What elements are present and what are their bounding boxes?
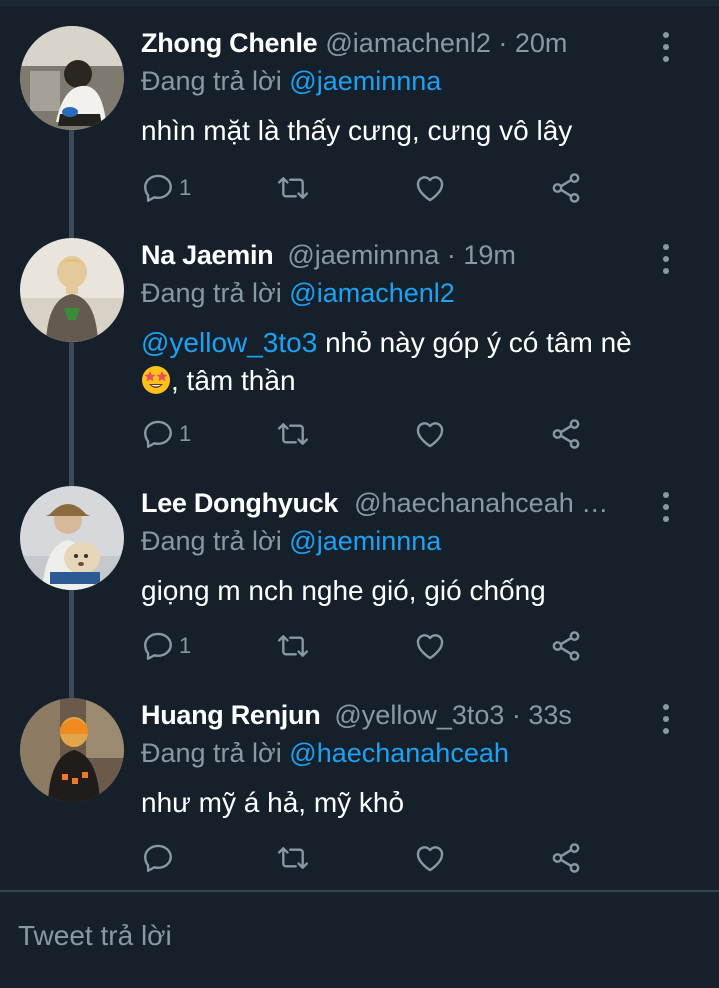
replying-prefix: Đang trả lời [141, 66, 282, 96]
share-button[interactable] [549, 840, 583, 876]
share-icon [552, 843, 580, 873]
replying-to: Đang trả lời @iamachenl2 [141, 278, 455, 309]
more-icon[interactable] [657, 32, 675, 62]
avatar[interactable] [20, 486, 124, 590]
replying-to-link[interactable]: @jaeminnna [289, 66, 441, 96]
tweet-actions: 1 [141, 628, 601, 664]
avatar[interactable] [20, 238, 124, 342]
like-icon [416, 422, 444, 448]
like-button[interactable] [413, 416, 447, 452]
display-name[interactable]: Lee Donghyuck [141, 488, 338, 518]
replying-to-link[interactable]: @haechanahceah [289, 738, 509, 768]
replying-to: Đang trả lời @haechanahceah [141, 738, 509, 769]
reply-button[interactable]: 1 [141, 628, 191, 664]
display-name[interactable]: Zhong Chenle [141, 28, 318, 58]
tweet-actions: 1 [141, 170, 601, 206]
tweet-text: như mỹ á hả, mỹ khỏ [141, 787, 405, 818]
tweet-actions [141, 840, 601, 876]
retweet-icon [277, 177, 309, 199]
top-edge [0, 0, 719, 6]
replying-to-link[interactable]: @jaeminnna [289, 526, 441, 556]
tweet-header: Lee Donghyuck @haechanahceah … [141, 488, 659, 524]
reply-composer [18, 920, 698, 964]
handle-time[interactable]: @jaeminnna · 19m [287, 240, 516, 270]
retweet-button[interactable] [275, 170, 311, 206]
like-button[interactable] [413, 628, 447, 664]
tweet-actions: 1 [141, 416, 601, 452]
thread-line [69, 130, 74, 238]
handle-time[interactable]: @iamachenl2 · 20m [325, 28, 567, 58]
share-icon [552, 631, 580, 661]
more-icon[interactable] [657, 492, 675, 522]
tweet-text: giọng m nch nghe gió, gió chống [141, 575, 546, 606]
tweet-header: Huang Renjun @yellow_3to3 · 33s [141, 700, 659, 736]
like-icon [416, 634, 444, 660]
tweet-text: @yellow_3to3 nhỏ này góp ý có tâm nè , t… [141, 324, 679, 400]
replying-prefix: Đang trả lời [141, 738, 282, 768]
mention-link[interactable]: @yellow_3to3 [141, 327, 317, 358]
reply-icon [144, 632, 172, 660]
reply-icon [144, 174, 172, 202]
handle-time[interactable]: @haechanahceah … [354, 488, 608, 518]
like-button[interactable] [413, 840, 447, 876]
tweet-text: nhìn mặt là thấy cưng, cưng vô lây [141, 115, 573, 146]
reply-icon [144, 844, 172, 872]
avatar[interactable] [20, 26, 124, 130]
tweet-text-part: , tâm thần [171, 365, 296, 396]
more-icon[interactable] [657, 704, 675, 734]
like-button[interactable] [413, 170, 447, 206]
tweet-text-part: nhỏ này góp ý có tâm nè [317, 327, 632, 358]
avatar[interactable] [20, 698, 124, 802]
tweet-header: Na Jaemin @jaeminnna · 19m [141, 240, 659, 276]
thread-line [69, 590, 74, 698]
reply-icon [144, 420, 172, 448]
retweet-button[interactable] [275, 840, 311, 876]
retweet-button[interactable] [275, 628, 311, 664]
reply-count: 1 [179, 421, 192, 446]
share-button[interactable] [549, 628, 583, 664]
tweet-header: Zhong Chenle @iamachenl2 · 20m [141, 28, 659, 64]
divider [0, 890, 719, 892]
share-button[interactable] [549, 170, 583, 206]
reply-input[interactable] [18, 920, 698, 952]
replying-prefix: Đang trả lời [141, 526, 282, 556]
share-button[interactable] [549, 416, 583, 452]
reply-count: 1 [179, 175, 192, 200]
reply-button[interactable]: 1 [141, 416, 191, 452]
handle-time[interactable]: @yellow_3to3 · 33s [334, 700, 572, 730]
reply-button[interactable] [141, 840, 179, 876]
more-icon[interactable] [657, 244, 675, 274]
retweet-icon [277, 423, 309, 445]
replying-to: Đang trả lời @jaeminnna [141, 526, 441, 557]
star-struck-emoji [142, 366, 170, 394]
replying-prefix: Đang trả lời [141, 278, 282, 308]
thread-line [69, 342, 74, 486]
display-name[interactable]: Huang Renjun [141, 700, 321, 730]
retweet-icon [277, 847, 309, 869]
share-icon [552, 419, 580, 449]
replying-to-link[interactable]: @iamachenl2 [289, 278, 455, 308]
retweet-button[interactable] [275, 416, 311, 452]
share-icon [552, 173, 580, 203]
like-icon [416, 846, 444, 872]
reply-count: 1 [179, 633, 192, 658]
reply-button[interactable]: 1 [141, 170, 191, 206]
replying-to: Đang trả lời @jaeminnna [141, 66, 441, 97]
retweet-icon [277, 635, 309, 657]
display-name[interactable]: Na Jaemin [141, 240, 274, 270]
like-icon [416, 176, 444, 202]
